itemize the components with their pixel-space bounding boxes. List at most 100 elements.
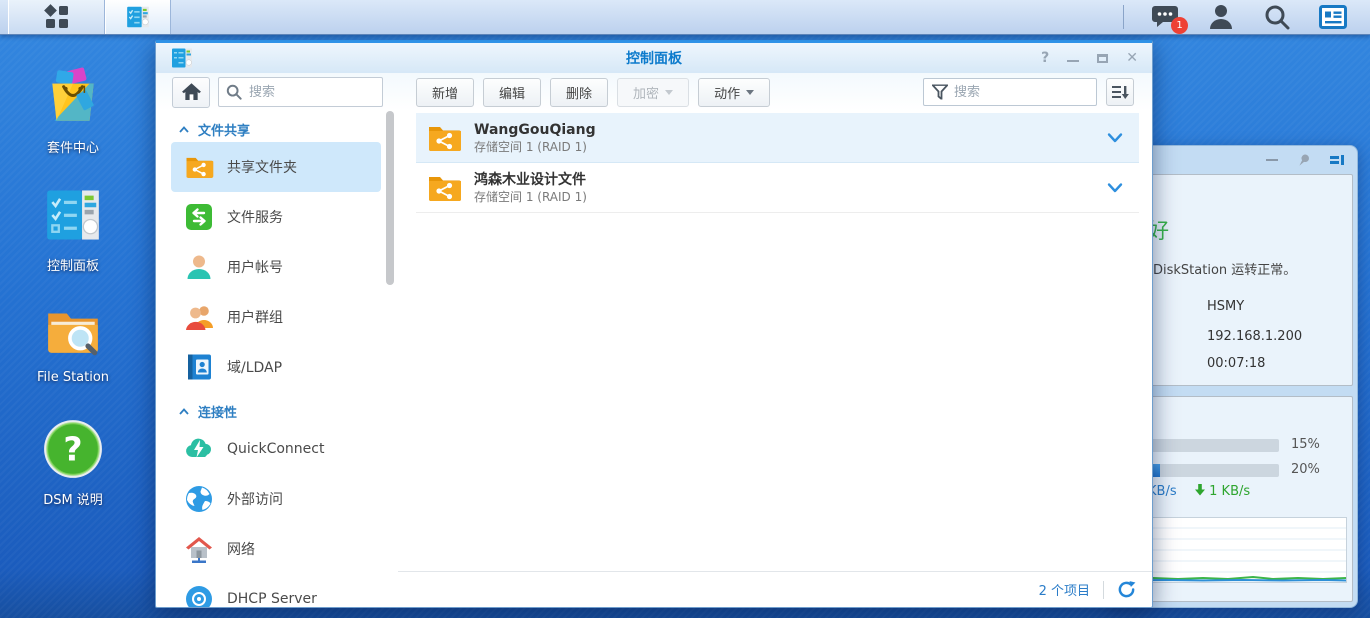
statusbar-divider bbox=[1103, 581, 1104, 599]
sidebar-section-connectivity[interactable]: 连接性 bbox=[156, 399, 398, 424]
external-access-icon bbox=[184, 484, 214, 514]
main-menu-button[interactable] bbox=[8, 0, 105, 34]
sidebar-item-label: DHCP Server bbox=[227, 591, 317, 607]
dsm-help-icon: ? bbox=[42, 418, 104, 480]
shared-folder-icon bbox=[426, 120, 462, 156]
folder-location: 存储空间 1 (RAID 1) bbox=[474, 189, 587, 205]
shared-folder-list: WangGouQiang 存储空间 1 (RAID 1) bbox=[398, 111, 1152, 607]
control-panel-icon bbox=[125, 4, 151, 30]
folder-location: 存储空间 1 (RAID 1) bbox=[474, 139, 596, 155]
sidebar-item-dhcp-server[interactable]: DHCP Server bbox=[171, 574, 381, 607]
sidebar-scrollbar[interactable] bbox=[386, 111, 394, 285]
cpu-percent: 15% bbox=[1291, 437, 1320, 452]
search-icon bbox=[226, 84, 242, 100]
sidebar: 文件共享 共享文件夹 bbox=[156, 111, 398, 607]
sidebar-item-network[interactable]: 网络 bbox=[171, 524, 381, 574]
sidebar-item-label: 网络 bbox=[227, 539, 255, 559]
search-icon bbox=[1264, 4, 1290, 30]
sidebar-item-shared-folder[interactable]: 共享文件夹 bbox=[171, 142, 381, 192]
file-services-icon bbox=[184, 202, 214, 232]
add-button[interactable]: 新增 bbox=[416, 78, 474, 107]
desktop-icon-label: 套件中心 bbox=[23, 137, 123, 156]
search-button[interactable] bbox=[1262, 2, 1292, 32]
statusbar: 2 个项目 bbox=[398, 571, 1152, 607]
home-icon bbox=[182, 83, 201, 101]
filter-icon bbox=[932, 85, 948, 100]
sidebar-item-user-group[interactable]: 用户群组 bbox=[171, 292, 381, 342]
shared-folder-row[interactable]: 鸿森木业设计文件 存储空间 1 (RAID 1) bbox=[416, 163, 1139, 213]
dhcp-server-icon bbox=[184, 584, 214, 607]
pin-icon[interactable] bbox=[1293, 149, 1314, 170]
chevron-down-icon[interactable] bbox=[1107, 132, 1123, 143]
domain-ldap-icon bbox=[184, 352, 214, 382]
sidebar-item-quickconnect[interactable]: QuickConnect bbox=[171, 424, 381, 474]
uptime: 00:07:18 bbox=[1207, 356, 1265, 371]
taskbar-control-panel-button[interactable] bbox=[105, 0, 171, 34]
desktop-icon-label: DSM 说明 bbox=[23, 489, 123, 508]
taskbar: 1 bbox=[0, 0, 1370, 35]
desktop-icon-label: File Station bbox=[23, 370, 123, 385]
desktop-icon-file-station[interactable]: File Station bbox=[23, 299, 123, 385]
shared-folder-icon bbox=[184, 152, 214, 182]
ip-address: 192.168.1.200 bbox=[1207, 329, 1302, 344]
user-icon bbox=[1209, 4, 1233, 30]
chevron-up-icon bbox=[179, 126, 189, 133]
chevron-down-icon[interactable] bbox=[1107, 182, 1123, 193]
home-button[interactable] bbox=[172, 77, 210, 108]
close-button[interactable]: ✕ bbox=[1126, 51, 1138, 65]
network-graph bbox=[1122, 517, 1347, 583]
sidebar-search-input[interactable] bbox=[218, 77, 383, 107]
sidebar-item-file-services[interactable]: 文件服务 bbox=[171, 192, 381, 242]
delete-button[interactable]: 删除 bbox=[550, 78, 608, 107]
download-speed-row: 1 KB/s bbox=[1195, 484, 1250, 499]
edit-button[interactable]: 编辑 bbox=[483, 78, 541, 107]
quickconnect-icon bbox=[184, 434, 214, 464]
widgets-icon bbox=[1319, 5, 1347, 29]
download-arrow-icon bbox=[1195, 484, 1205, 496]
sidebar-item-user-account[interactable]: 用户帐号 bbox=[171, 242, 381, 292]
window-titlebar[interactable]: 控制面板 ? ✕ bbox=[156, 43, 1152, 73]
taskbar-divider bbox=[1123, 5, 1124, 29]
main-menu-icon bbox=[43, 3, 71, 31]
desktop-icon-dsm-help[interactable]: ? DSM 说明 bbox=[23, 418, 123, 508]
svg-text:?: ? bbox=[63, 429, 82, 468]
widget-panel-icon[interactable] bbox=[1329, 152, 1345, 168]
widget-minimize-icon[interactable] bbox=[1266, 159, 1278, 161]
file-station-icon bbox=[42, 299, 104, 361]
health-message: DiskStation 运转正常。 bbox=[1153, 259, 1296, 278]
notifications-button[interactable]: 1 bbox=[1150, 2, 1180, 32]
chevron-down-icon bbox=[746, 90, 754, 95]
shared-folder-row[interactable]: WangGouQiang 存储空间 1 (RAID 1) bbox=[416, 113, 1139, 163]
desktop-icon-package-center[interactable]: 套件中心 bbox=[23, 64, 123, 156]
sidebar-item-label: 文件服务 bbox=[227, 207, 283, 227]
sort-button[interactable] bbox=[1106, 78, 1134, 106]
toolbar: 新增 编辑 删除 加密 动作 bbox=[398, 78, 1152, 107]
desktop: 好 DiskStation 运转正常。 HSMY 192.168.1.200 0… bbox=[0, 0, 1370, 618]
network-icon bbox=[184, 534, 214, 564]
chevron-down-icon bbox=[665, 90, 673, 95]
notification-badge: 1 bbox=[1171, 17, 1188, 34]
action-button[interactable]: 动作 bbox=[698, 78, 770, 107]
encrypt-button[interactable]: 加密 bbox=[617, 78, 689, 107]
desktop-icon-label: 控制面板 bbox=[23, 255, 123, 274]
widgets-button[interactable] bbox=[1318, 2, 1348, 32]
minimize-button[interactable] bbox=[1067, 60, 1079, 62]
list-filter-input[interactable] bbox=[923, 78, 1097, 106]
sidebar-item-label: 外部访问 bbox=[227, 489, 283, 509]
sidebar-item-label: 共享文件夹 bbox=[227, 157, 297, 177]
user-group-icon bbox=[184, 302, 214, 332]
sort-icon bbox=[1112, 84, 1129, 100]
refresh-button[interactable] bbox=[1117, 580, 1136, 599]
user-menu-button[interactable] bbox=[1206, 2, 1236, 32]
shared-folder-icon bbox=[426, 170, 462, 206]
sidebar-section-file-sharing[interactable]: 文件共享 bbox=[156, 117, 398, 142]
ram-percent: 20% bbox=[1291, 462, 1320, 477]
maximize-button[interactable] bbox=[1097, 54, 1108, 63]
sidebar-item-label: 用户帐号 bbox=[227, 257, 283, 277]
sidebar-item-domain-ldap[interactable]: 域/LDAP bbox=[171, 342, 381, 392]
help-button[interactable]: ? bbox=[1041, 51, 1049, 65]
folder-name: WangGouQiang bbox=[474, 121, 596, 139]
sidebar-item-external-access[interactable]: 外部访问 bbox=[171, 474, 381, 524]
sidebar-item-label: QuickConnect bbox=[227, 441, 324, 457]
desktop-icon-control-panel[interactable]: 控制面板 bbox=[23, 184, 123, 274]
